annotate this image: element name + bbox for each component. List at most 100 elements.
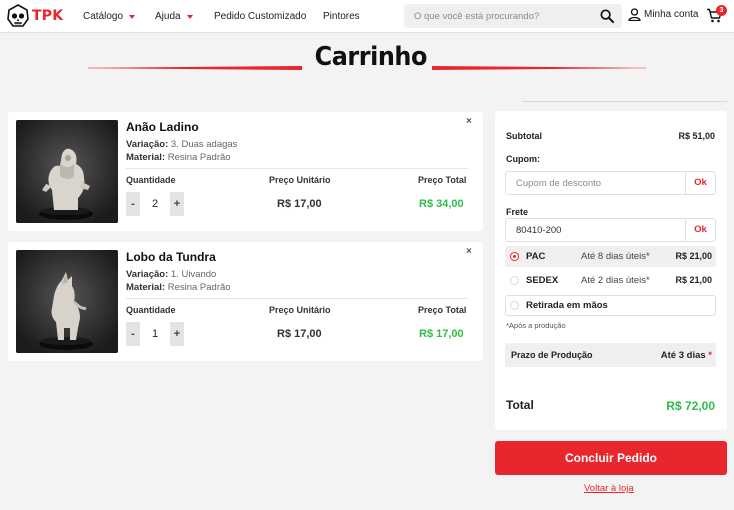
subtotal-value: R$ 51,00 [678,131,715,141]
nav-pedido-customizado-label: Pedido Customizado [214,11,307,22]
chevron-down-icon [186,14,193,19]
top-header: TPK Catálogo Ajuda Pedido Customizado Pi… [0,0,734,33]
logo[interactable]: TPK [6,4,63,28]
quantity-stepper: - 2 + [126,192,184,216]
radio-unselected[interactable] [510,301,519,310]
subtotal-label: Subtotal [506,131,542,141]
quantity-value: 1 [151,328,159,340]
decrement-button[interactable]: - [126,192,140,216]
item-variation: Variação: 1. Uivando [126,269,216,280]
unit-price-header: Preço Unitário [269,305,331,315]
nav-pintores-label: Pintores [323,11,360,22]
quantity-header: Quantidade [126,305,176,315]
calculate-freight-button[interactable]: Ok [685,219,715,241]
logo-text: TPK [32,8,64,24]
order-summary: Subtotal R$ 51,00 Cupom: Ok Frete Ok PAC… [495,111,727,430]
increment-button[interactable]: + [170,192,184,216]
user-icon [628,8,641,21]
unit-price: R$ 17,00 [277,328,322,340]
total-price-header: Preço Total [418,175,467,185]
shipping-price: R$ 21,00 [675,275,712,285]
dwarf-miniature-image [16,120,118,223]
variation-prefix: Variação: [126,139,169,150]
increment-button[interactable]: + [170,322,184,346]
total-price-header: Preço Total [418,305,467,315]
quantity-value: 2 [151,198,159,210]
skull-logo-icon [7,4,29,27]
shipping-price: R$ 21,00 [675,251,712,261]
cart-item: Anão Ladino Variação: 3. Duas adagas Mat… [8,112,483,231]
nav-catalogo[interactable]: Catálogo [83,11,136,22]
item-name: Lobo da Tundra [126,250,216,264]
coupon-field: Ok [505,171,716,195]
unit-price: R$ 17,00 [277,198,322,210]
apply-coupon-button[interactable]: Ok [685,172,715,194]
freight-label: Frete [506,207,529,217]
required-mark: * [708,350,712,361]
nav-ajuda-label: Ajuda [155,11,181,22]
quantity-header: Quantidade [126,175,176,185]
decrement-button[interactable]: - [126,322,140,346]
nav-ajuda[interactable]: Ajuda [155,11,193,22]
cart-item: Lobo da Tundra Variação: 1. Uivando Mate… [8,242,483,361]
variation-value: 3. Duas adagas [170,139,238,150]
title-decoration-right [432,66,646,70]
shipping-name: SEDEX [526,275,559,286]
variation-prefix: Variação: [126,269,169,280]
account-link[interactable]: Minha conta [628,8,698,21]
nav-pintores[interactable]: Pintores [323,11,360,22]
chevron-down-icon [129,14,136,19]
variation-value: 1. Uivando [170,269,217,280]
back-to-store-link[interactable]: Voltar à loja [584,483,634,494]
total-price: R$ 34,00 [419,198,464,210]
freight-field: Ok [505,218,716,242]
shipping-option-retirada[interactable]: Retirada em mãos [505,295,716,316]
total-price: R$ 17,00 [419,328,464,340]
shipping-time: Até 8 dias úteis* [581,251,650,262]
total-label: Total [506,398,534,412]
shipping-option-sedex[interactable]: SEDEX Até 2 dias úteis* R$ 21,00 [505,270,716,291]
item-material: Material: Resina Padrão [126,282,231,293]
item-material: Material: Resina Padrão [126,152,231,163]
quantity-stepper: - 1 + [126,322,184,346]
coupon-label: Cupom: [506,154,540,164]
shipping-option-pac[interactable]: PAC Até 8 dias úteis* R$ 21,00 [505,246,716,267]
radio-selected[interactable] [510,252,519,261]
divider [522,101,727,102]
search-input[interactable] [404,4,596,28]
shipping-name: PAC [526,251,546,262]
divider [126,298,468,299]
product-image-anao-ladino[interactable] [16,120,118,223]
material-prefix: Material: [126,282,166,293]
shipping-note: *Após a produção [506,321,566,330]
production-time-bar: Prazo de Produção Até 3 dias * [505,343,716,367]
production-label: Prazo de Produção [511,350,593,360]
radio-unselected[interactable] [510,276,519,285]
total-value: R$ 72,00 [666,399,715,413]
shipping-name: Retirada em mãos [526,300,608,311]
cep-input[interactable] [506,219,686,241]
nav-pedido-customizado[interactable]: Pedido Customizado [214,11,306,22]
unit-price-header: Preço Unitário [269,175,331,185]
material-prefix: Material: [126,152,166,163]
material-value: Resina Padrão [167,152,231,163]
checkout-button[interactable]: Concluir Pedido [495,441,727,475]
account-label: Minha conta [644,9,699,20]
remove-item-button[interactable]: × [466,116,472,127]
title-decoration-left [88,66,302,70]
search-icon[interactable] [600,9,614,23]
nav-catalogo-label: Catálogo [83,11,124,22]
production-days: Até 3 dias [660,350,706,361]
remove-item-button[interactable]: × [466,246,472,257]
page-title: Carrinho [314,42,428,72]
product-image-lobo-da-tundra[interactable] [16,250,118,353]
item-variation: Variação: 3. Duas adagas [126,139,237,150]
divider [126,168,468,169]
cart-count-badge: 3 [716,5,727,16]
search-box [404,4,622,28]
material-value: Resina Padrão [167,282,231,293]
production-value: Até 3 dias * [661,350,712,361]
shipping-time: Até 2 dias úteis* [581,275,650,286]
item-name: Anão Ladino [126,120,199,134]
coupon-input[interactable] [506,172,686,194]
